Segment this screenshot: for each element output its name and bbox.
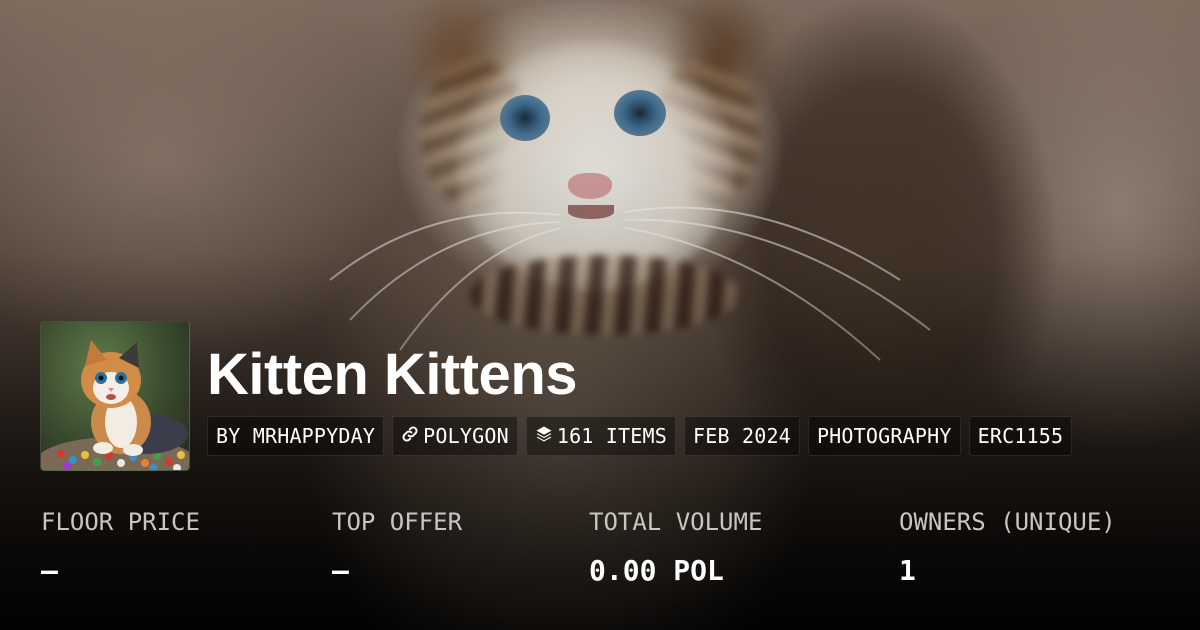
creator-label: BY MRHAPPYDAY (216, 424, 376, 448)
created-date-label: FEB 2024 (693, 424, 791, 448)
category-label: PHOTOGRAPHY (816, 424, 952, 448)
chain-link-icon (401, 424, 419, 448)
stat-label: TOP OFFER (332, 508, 463, 536)
stat-top-offer: TOP OFFER – (332, 505, 462, 589)
token-standard-label: ERC1155 (977, 424, 1064, 448)
created-date-tag: FEB 2024 (684, 416, 800, 456)
collection-title: Kitten Kittens (207, 342, 578, 407)
stat-value: 0.00 POL (589, 554, 724, 587)
stat-value: – (41, 554, 58, 587)
stat-floor-price: FLOOR PRICE – (41, 505, 200, 589)
stat-owners: OWNERS (UNIQUE) 1 (899, 505, 1116, 589)
layers-icon (535, 424, 553, 448)
token-standard-tag: ERC1155 (968, 416, 1073, 456)
stat-value: 1 (899, 554, 916, 587)
creator-tag[interactable]: BY MRHAPPYDAY (207, 416, 385, 456)
stat-total-volume: TOTAL VOLUME 0.00 POL (589, 505, 762, 589)
stat-value: – (332, 554, 349, 587)
stat-label: FLOOR PRICE (41, 508, 200, 536)
chain-label: POLYGON (423, 424, 509, 448)
items-tag: 161 ITEMS (525, 416, 676, 456)
chain-tag[interactable]: POLYGON (392, 416, 518, 456)
collection-tags: BY MRHAPPYDAY POLYGON 161 ITEMS FEB 2024… (207, 416, 1073, 456)
stat-label: TOTAL VOLUME (589, 508, 763, 536)
stat-label: OWNERS (UNIQUE) (899, 508, 1116, 536)
category-tag[interactable]: PHOTOGRAPHY (807, 416, 961, 456)
items-count-label: 161 ITEMS (556, 424, 667, 448)
collection-avatar (40, 321, 190, 471)
